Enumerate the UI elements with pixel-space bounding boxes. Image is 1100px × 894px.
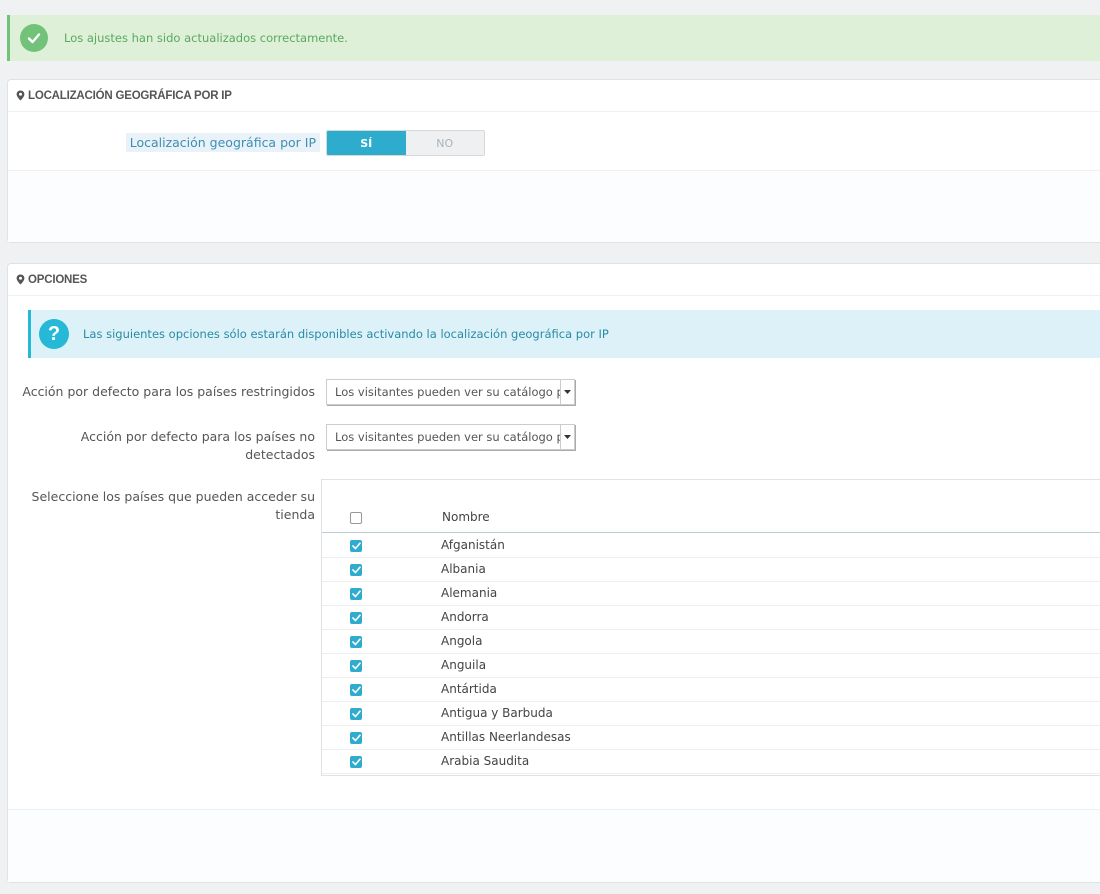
table-row: Alemania [322, 582, 1100, 606]
country-name: Angola [441, 634, 483, 648]
undetected-action-label: Acción por defecto para los países no de… [80, 429, 315, 462]
table-row: Antillas Neerlandesas [322, 726, 1100, 750]
table-row: Afganistán [322, 534, 1100, 558]
table-row: Arabia Saudita [322, 750, 1100, 774]
table-row: Antigua y Barbuda [322, 702, 1100, 726]
country-checkbox[interactable] [350, 564, 362, 576]
panel-title: LOCALIZACIÓN GEOGRÁFICA POR IP [28, 89, 232, 102]
success-message: Los ajustes han sido actualizados correc… [64, 31, 348, 45]
info-alert: ? Las siguientes opciones sólo estarán d… [28, 310, 1100, 358]
map-marker-icon [16, 90, 25, 101]
countries-table: Nombre Afganistán Albania Alemania Andorra A… [321, 479, 1100, 776]
country-name: Alemania [441, 586, 498, 600]
panel-heading: LOCALIZACIÓN GEOGRÁFICA POR IP [8, 80, 1100, 112]
table-row: Antártida [322, 678, 1100, 702]
caret-down-icon [560, 425, 574, 449]
table-row: Andorra [322, 606, 1100, 630]
select-value: Los visitantes pueden ver su catálogo p [335, 385, 560, 399]
restricted-action-select[interactable]: Los visitantes pueden ver su catálogo p [326, 379, 575, 405]
toggle-yes[interactable]: SÍ [327, 131, 406, 155]
country-name: Antigua y Barbuda [441, 706, 553, 720]
panel-heading: OPCIONES [8, 264, 1100, 296]
country-checkbox[interactable] [350, 684, 362, 696]
geolocation-label: Localización geográfica por IP [125, 133, 320, 152]
country-name: Antártida [441, 682, 497, 696]
countries-label: Seleccione los países que pueden acceder… [31, 489, 315, 522]
country-name: Afganistán [441, 538, 505, 552]
select-all-checkbox[interactable] [350, 512, 362, 524]
country-name: Antillas Neerlandesas [441, 730, 571, 744]
country-checkbox[interactable] [350, 732, 362, 744]
country-checkbox[interactable] [350, 588, 362, 600]
table-header: Nombre [322, 502, 1100, 533]
table-row: Anguila [322, 654, 1100, 678]
table-row: Albania [322, 558, 1100, 582]
country-name: Anguila [441, 658, 487, 672]
geolocation-panel: LOCALIZACIÓN GEOGRÁFICA POR IP Localizac… [7, 79, 1100, 243]
options-panel: OPCIONES ? Las siguientes opciones sólo … [7, 263, 1100, 883]
column-header-name: Nombre [442, 510, 490, 524]
country-checkbox[interactable] [350, 756, 362, 768]
table-body: Afganistán Albania Alemania Andorra Angola An… [322, 534, 1100, 774]
geolocation-toggle[interactable]: SÍ NO [326, 130, 485, 156]
country-checkbox[interactable] [350, 636, 362, 648]
geolocation-form-row: Localización geográfica por IP SÍ NO [8, 112, 1100, 172]
panel-footer [8, 809, 1100, 882]
check-circle-icon [20, 24, 48, 52]
map-marker-icon [16, 274, 25, 285]
country-checkbox[interactable] [350, 660, 362, 672]
country-name: Arabia Saudita [441, 754, 530, 768]
info-message: Las siguientes opciones sólo estarán dis… [83, 327, 609, 341]
country-checkbox[interactable] [350, 540, 362, 552]
country-name: Andorra [441, 610, 489, 624]
question-circle-icon: ? [39, 319, 69, 349]
country-checkbox[interactable] [350, 708, 362, 720]
country-checkbox[interactable] [350, 612, 362, 624]
success-alert: Los ajustes han sido actualizados correc… [7, 15, 1100, 61]
toggle-no[interactable]: NO [405, 131, 484, 155]
restricted-action-label: Acción por defecto para los países restr… [22, 384, 315, 399]
panel-title: OPCIONES [28, 273, 88, 286]
table-row: Angola [322, 630, 1100, 654]
select-value: Los visitantes pueden ver su catálogo p [335, 430, 560, 444]
country-name: Albania [441, 562, 486, 576]
undetected-action-select[interactable]: Los visitantes pueden ver su catálogo p [326, 424, 575, 450]
panel-footer [8, 170, 1100, 242]
caret-down-icon [560, 380, 574, 404]
